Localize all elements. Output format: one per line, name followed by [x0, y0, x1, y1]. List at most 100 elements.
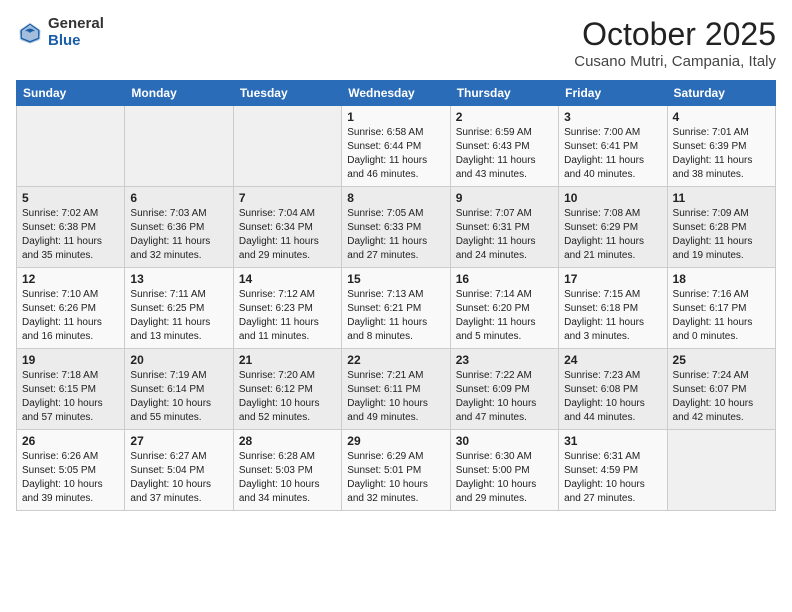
day-info: Sunrise: 6:59 AM Sunset: 6:43 PM Dayligh…: [456, 126, 553, 182]
day-info: Sunrise: 7:11 AM Sunset: 6:25 PM Dayligh…: [130, 288, 227, 344]
page-header: General Blue October 2025 Cusano Mutri, …: [16, 16, 776, 70]
calendar-cell: [125, 106, 233, 187]
calendar-cell: 25 Sunrise: 7:24 AM Sunset: 6:07 PM Dayli…: [667, 349, 775, 430]
title-block: October 2025 Cusano Mutri, Campania, Ita…: [574, 16, 776, 70]
calendar-cell: 8 Sunrise: 7:05 AM Sunset: 6:33 PM Daylig…: [342, 187, 450, 268]
day-number: 25: [673, 353, 770, 367]
calendar-cell: 24 Sunrise: 7:23 AM Sunset: 6:08 PM Dayli…: [559, 349, 667, 430]
day-number: 10: [564, 191, 661, 205]
calendar-cell: 12 Sunrise: 7:10 AM Sunset: 6:26 PM Dayli…: [17, 268, 125, 349]
day-info: Sunrise: 7:00 AM Sunset: 6:41 PM Dayligh…: [564, 126, 661, 182]
day-info: Sunrise: 7:14 AM Sunset: 6:20 PM Dayligh…: [456, 288, 553, 344]
day-number: 28: [239, 434, 336, 448]
calendar-cell: 19 Sunrise: 7:18 AM Sunset: 6:15 PM Dayli…: [17, 349, 125, 430]
day-info: Sunrise: 6:58 AM Sunset: 6:44 PM Dayligh…: [347, 126, 444, 182]
day-number: 26: [22, 434, 119, 448]
calendar-cell: [233, 106, 341, 187]
day-number: 2: [456, 110, 553, 124]
column-header-sunday: Sunday: [17, 81, 125, 106]
calendar-cell: 23 Sunrise: 7:22 AM Sunset: 6:09 PM Dayli…: [450, 349, 558, 430]
day-number: 13: [130, 272, 227, 286]
day-info: Sunrise: 7:19 AM Sunset: 6:14 PM Dayligh…: [130, 369, 227, 425]
day-number: 12: [22, 272, 119, 286]
calendar-cell: 30 Sunrise: 6:30 AM Sunset: 5:00 PM Dayli…: [450, 430, 558, 511]
calendar-week-row: 5Sunrise: 7:02 AM Sunset: 6:38 PM Daylig…: [17, 187, 776, 268]
day-info: Sunrise: 7:22 AM Sunset: 6:09 PM Dayligh…: [456, 369, 553, 425]
calendar-cell: 2 Sunrise: 6:59 AM Sunset: 6:43 PM Daylig…: [450, 106, 558, 187]
day-number: 23: [456, 353, 553, 367]
calendar-cell: 28 Sunrise: 6:28 AM Sunset: 5:03 PM Dayli…: [233, 430, 341, 511]
calendar-cell: 10 Sunrise: 7:08 AM Sunset: 6:29 PM Dayli…: [559, 187, 667, 268]
column-header-saturday: Saturday: [667, 81, 775, 106]
day-number: 24: [564, 353, 661, 367]
day-number: 4: [673, 110, 770, 124]
day-number: 11: [673, 191, 770, 205]
logo-blue-text: Blue: [48, 33, 104, 50]
month-title: October 2025: [574, 16, 776, 53]
location-subtitle: Cusano Mutri, Campania, Italy: [574, 53, 776, 70]
calendar-cell: 21 Sunrise: 7:20 AM Sunset: 6:12 PM Dayli…: [233, 349, 341, 430]
logo-general-text: General: [48, 16, 104, 33]
day-number: 31: [564, 434, 661, 448]
calendar-cell: 26 Sunrise: 6:26 AM Sunset: 5:05 PM Dayli…: [17, 430, 125, 511]
day-info: Sunrise: 6:29 AM Sunset: 5:01 PM Dayligh…: [347, 450, 444, 506]
day-number: 19: [22, 353, 119, 367]
day-number: 17: [564, 272, 661, 286]
day-info: Sunrise: 7:20 AM Sunset: 6:12 PM Dayligh…: [239, 369, 336, 425]
day-info: Sunrise: 6:31 AM Sunset: 4:59 PM Dayligh…: [564, 450, 661, 506]
calendar-cell: 6Sunrise: 7:03 AM Sunset: 6:36 PM Daylig…: [125, 187, 233, 268]
day-info: Sunrise: 6:30 AM Sunset: 5:00 PM Dayligh…: [456, 450, 553, 506]
day-info: Sunrise: 7:02 AM Sunset: 6:38 PM Dayligh…: [22, 207, 119, 263]
day-info: Sunrise: 7:16 AM Sunset: 6:17 PM Dayligh…: [673, 288, 770, 344]
column-header-wednesday: Wednesday: [342, 81, 450, 106]
day-number: 1: [347, 110, 444, 124]
day-number: 18: [673, 272, 770, 286]
day-number: 8: [347, 191, 444, 205]
day-info: Sunrise: 7:01 AM Sunset: 6:39 PM Dayligh…: [673, 126, 770, 182]
calendar-cell: 14Sunrise: 7:12 AM Sunset: 6:23 PM Dayli…: [233, 268, 341, 349]
day-number: 9: [456, 191, 553, 205]
day-info: Sunrise: 7:23 AM Sunset: 6:08 PM Dayligh…: [564, 369, 661, 425]
day-info: Sunrise: 7:12 AM Sunset: 6:23 PM Dayligh…: [239, 288, 336, 344]
calendar-cell: 4 Sunrise: 7:01 AM Sunset: 6:39 PM Daylig…: [667, 106, 775, 187]
day-info: Sunrise: 7:09 AM Sunset: 6:28 PM Dayligh…: [673, 207, 770, 263]
calendar-cell: 22Sunrise: 7:21 AM Sunset: 6:11 PM Dayli…: [342, 349, 450, 430]
day-number: 21: [239, 353, 336, 367]
day-number: 3: [564, 110, 661, 124]
calendar-cell: 3 Sunrise: 7:00 AM Sunset: 6:41 PM Daylig…: [559, 106, 667, 187]
calendar-header-row: SundayMondayTuesdayWednesdayThursdayFrid…: [17, 81, 776, 106]
calendar-cell: [17, 106, 125, 187]
day-number: 30: [456, 434, 553, 448]
calendar-cell: 29Sunrise: 6:29 AM Sunset: 5:01 PM Dayli…: [342, 430, 450, 511]
day-number: 7: [239, 191, 336, 205]
day-info: Sunrise: 7:18 AM Sunset: 6:15 PM Dayligh…: [22, 369, 119, 425]
calendar-cell: [667, 430, 775, 511]
day-number: 27: [130, 434, 227, 448]
day-info: Sunrise: 7:15 AM Sunset: 6:18 PM Dayligh…: [564, 288, 661, 344]
calendar-cell: 27 Sunrise: 6:27 AM Sunset: 5:04 PM Dayli…: [125, 430, 233, 511]
day-number: 6: [130, 191, 227, 205]
day-info: Sunrise: 6:28 AM Sunset: 5:03 PM Dayligh…: [239, 450, 336, 506]
day-info: Sunrise: 7:21 AM Sunset: 6:11 PM Dayligh…: [347, 369, 444, 425]
logo: General Blue: [16, 16, 104, 49]
day-info: Sunrise: 7:10 AM Sunset: 6:26 PM Dayligh…: [22, 288, 119, 344]
day-info: Sunrise: 6:27 AM Sunset: 5:04 PM Dayligh…: [130, 450, 227, 506]
calendar-cell: 7 Sunrise: 7:04 AM Sunset: 6:34 PM Daylig…: [233, 187, 341, 268]
calendar-cell: 20 Sunrise: 7:19 AM Sunset: 6:14 PM Dayli…: [125, 349, 233, 430]
calendar-cell: 15 Sunrise: 7:13 AM Sunset: 6:21 PM Dayli…: [342, 268, 450, 349]
calendar-cell: 16 Sunrise: 7:14 AM Sunset: 6:20 PM Dayli…: [450, 268, 558, 349]
day-number: 15: [347, 272, 444, 286]
day-info: Sunrise: 7:04 AM Sunset: 6:34 PM Dayligh…: [239, 207, 336, 263]
day-info: Sunrise: 7:13 AM Sunset: 6:21 PM Dayligh…: [347, 288, 444, 344]
calendar-cell: 13 Sunrise: 7:11 AM Sunset: 6:25 PM Dayli…: [125, 268, 233, 349]
day-info: Sunrise: 7:08 AM Sunset: 6:29 PM Dayligh…: [564, 207, 661, 263]
calendar-cell: 1 Sunrise: 6:58 AM Sunset: 6:44 PM Daylig…: [342, 106, 450, 187]
logo-icon: [16, 19, 44, 47]
day-info: Sunrise: 7:05 AM Sunset: 6:33 PM Dayligh…: [347, 207, 444, 263]
day-number: 20: [130, 353, 227, 367]
day-info: Sunrise: 6:26 AM Sunset: 5:05 PM Dayligh…: [22, 450, 119, 506]
day-number: 16: [456, 272, 553, 286]
calendar-cell: 18 Sunrise: 7:16 AM Sunset: 6:17 PM Dayli…: [667, 268, 775, 349]
calendar-cell: 9Sunrise: 7:07 AM Sunset: 6:31 PM Daylig…: [450, 187, 558, 268]
day-info: Sunrise: 7:24 AM Sunset: 6:07 PM Dayligh…: [673, 369, 770, 425]
